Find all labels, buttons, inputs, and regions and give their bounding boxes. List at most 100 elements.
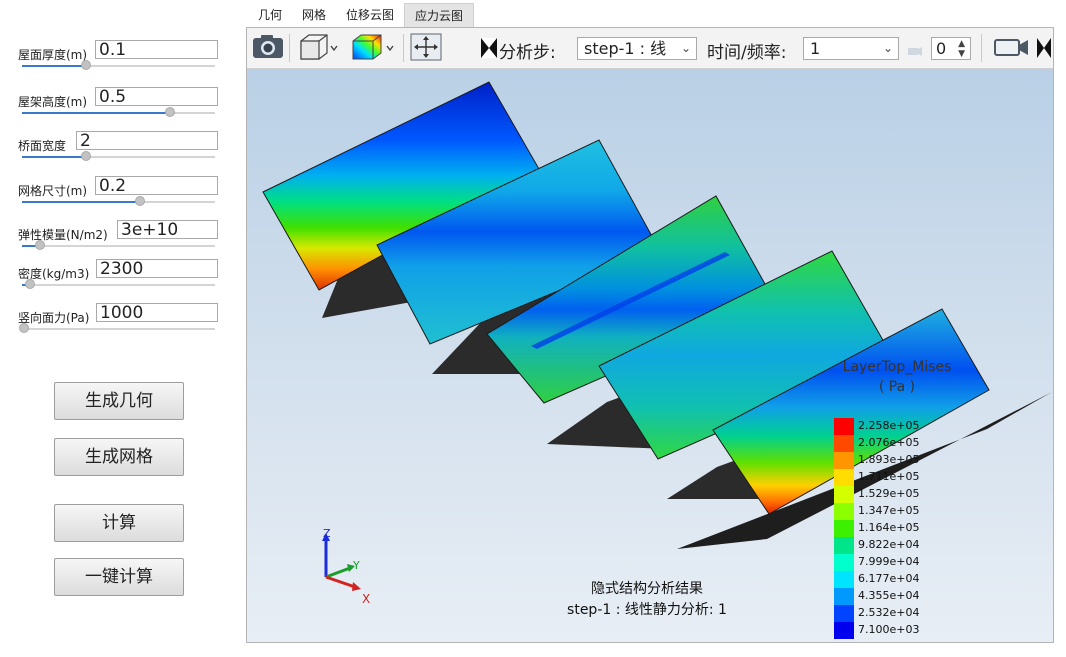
step-toggle-icon[interactable] xyxy=(1037,38,1051,58)
vertical-pressure-slider[interactable] xyxy=(22,328,215,330)
param-label: 屋架高度(m) xyxy=(18,95,88,109)
legend-title: LayerTop_Mises xyxy=(842,359,952,375)
legend-label: 1.893e+05 xyxy=(858,453,920,466)
color-map-icon[interactable] xyxy=(351,32,397,62)
compute-button[interactable]: 计算 xyxy=(54,504,184,542)
param-roof-thickness: 屋面厚度(m) xyxy=(18,40,218,84)
density-slider[interactable] xyxy=(22,284,215,286)
legend-swatch xyxy=(834,554,854,571)
elastic-modulus-slider[interactable] xyxy=(22,245,215,247)
param-label: 屋面厚度(m) xyxy=(18,48,88,62)
legend-label: 4.355e+04 xyxy=(858,589,920,602)
one-click-compute-button[interactable]: 一键计算 xyxy=(54,558,184,596)
roof-thickness-input[interactable] xyxy=(95,40,218,59)
vertical-pressure-input[interactable] xyxy=(96,303,218,322)
truss-height-input[interactable] xyxy=(95,87,218,106)
density-input[interactable] xyxy=(96,259,218,278)
spinner-arrows-icon: ▲ ▼ xyxy=(958,39,965,59)
legend-swatch xyxy=(834,452,854,469)
legend-entry: 6.177e+04 xyxy=(834,571,954,588)
camera-icon[interactable] xyxy=(251,32,285,62)
param-label: 竖向面力(Pa) xyxy=(18,311,90,325)
truss-height-slider[interactable] xyxy=(22,112,215,114)
legend-label: 2.258e+05 xyxy=(858,419,920,432)
legend-label: 7.999e+04 xyxy=(858,555,920,568)
deck-width-input[interactable] xyxy=(76,131,218,150)
legend-swatch xyxy=(834,520,854,537)
toolbar-divider xyxy=(981,34,982,62)
param-vertical-pressure: 竖向面力(Pa) xyxy=(18,303,218,347)
legend-swatch xyxy=(834,537,854,554)
legend-swatch xyxy=(834,622,854,639)
analysis-step-label: 分析步: xyxy=(499,43,556,63)
legend-entry: 9.822e+04 xyxy=(834,537,954,554)
tab-displacement[interactable]: 位移云图 xyxy=(336,3,404,27)
time-frequency-select[interactable]: 1 ⌄ xyxy=(803,37,899,60)
deck-width-slider[interactable] xyxy=(22,156,215,158)
param-density: 密度(kg/m3) xyxy=(18,259,218,303)
slider-thumb[interactable] xyxy=(19,323,29,333)
analysis-step-value: step-1 : 线 xyxy=(584,39,667,58)
legend-swatch xyxy=(834,571,854,588)
slider-thumb[interactable] xyxy=(165,107,175,117)
toolbar-divider xyxy=(289,34,290,62)
legend-unit: ( Pa ) xyxy=(878,379,916,395)
model-canvas[interactable]: Z Y X 隐式结构分析结果 step-1 : 线性静力分析: 1 LayerT… xyxy=(247,69,1053,642)
tab-geometry[interactable]: 几何 xyxy=(248,3,292,27)
view-tabs: 几何 网格 位移云图 应力云图 xyxy=(248,3,475,27)
parameter-panel: 屋面厚度(m) 屋架高度(m) 桥面宽度 网格尺寸(m) 弹性模量(N/m2) … xyxy=(0,0,236,657)
mesh-size-slider[interactable] xyxy=(22,201,215,203)
legend-label: 1.529e+05 xyxy=(858,487,920,500)
legend-swatch xyxy=(834,503,854,520)
generate-mesh-button[interactable]: 生成网格 xyxy=(54,438,184,476)
param-label: 网格尺寸(m) xyxy=(18,184,88,198)
legend-entry: 1.711e+05 xyxy=(834,469,954,486)
analysis-step-select[interactable]: step-1 : 线 ⌄ xyxy=(577,37,697,60)
elastic-modulus-input[interactable] xyxy=(117,220,218,239)
param-deck-width: 桥面宽度 xyxy=(18,131,218,175)
slider-thumb[interactable] xyxy=(35,240,45,250)
time-frequency-value: 1 xyxy=(810,39,821,58)
frame-spinner[interactable]: 0 ▲ ▼ xyxy=(931,37,971,60)
roof-thickness-slider[interactable] xyxy=(22,65,215,67)
view-cube-icon[interactable] xyxy=(297,32,341,62)
legend-swatch xyxy=(834,588,854,605)
step-toggle-icon[interactable] xyxy=(481,38,497,58)
param-truss-height: 屋架高度(m) xyxy=(18,87,218,131)
slider-thumb[interactable] xyxy=(81,151,91,161)
legend-entry: 4.355e+04 xyxy=(834,588,954,605)
legend-entry: 2.076e+05 xyxy=(834,435,954,452)
legend-entry: 1.529e+05 xyxy=(834,486,954,503)
legend-label: 9.822e+04 xyxy=(858,538,920,551)
slider-thumb[interactable] xyxy=(81,60,91,70)
legend-swatch xyxy=(834,435,854,452)
legend-swatch xyxy=(834,418,854,435)
param-elastic-modulus: 弹性模量(N/m2) xyxy=(18,220,218,264)
slider-thumb[interactable] xyxy=(25,279,35,289)
legend-entry: 7.999e+04 xyxy=(834,554,954,571)
slider-thumb[interactable] xyxy=(135,196,145,206)
generate-geometry-button[interactable]: 生成几何 xyxy=(54,382,184,420)
fit-view-icon[interactable] xyxy=(409,32,443,62)
legend-entry: 2.532e+04 xyxy=(834,605,954,622)
animation-frame-icon[interactable] xyxy=(907,42,923,56)
legend-entry: 1.164e+05 xyxy=(834,520,954,537)
video-camera-icon[interactable] xyxy=(993,32,1031,62)
frame-value: 0 xyxy=(936,39,947,58)
result-viewer: 分析步: step-1 : 线 ⌄ 时间/频率: 1 ⌄ 0 ▲ ▼ Z Y X… xyxy=(246,27,1054,643)
legend-swatch xyxy=(834,469,854,486)
legend-label: 1.164e+05 xyxy=(858,521,920,534)
legend-entry: 7.100e+03 xyxy=(834,622,954,639)
legend-swatch xyxy=(834,486,854,503)
mesh-size-input[interactable] xyxy=(95,176,218,195)
legend-entry: 1.347e+05 xyxy=(834,503,954,520)
tab-stress[interactable]: 应力云图 xyxy=(404,3,475,27)
viewer-toolbar: 分析步: step-1 : 线 ⌄ 时间/频率: 1 ⌄ 0 ▲ ▼ xyxy=(247,28,1053,69)
legend-swatch xyxy=(834,605,854,622)
legend-label: 7.100e+03 xyxy=(858,623,920,636)
toolbar-divider xyxy=(403,34,404,62)
tab-mesh[interactable]: 网格 xyxy=(292,3,336,27)
legend-label: 1.347e+05 xyxy=(858,504,920,517)
axis-z-label: Z xyxy=(323,527,331,540)
param-label: 桥面宽度 xyxy=(18,139,67,153)
